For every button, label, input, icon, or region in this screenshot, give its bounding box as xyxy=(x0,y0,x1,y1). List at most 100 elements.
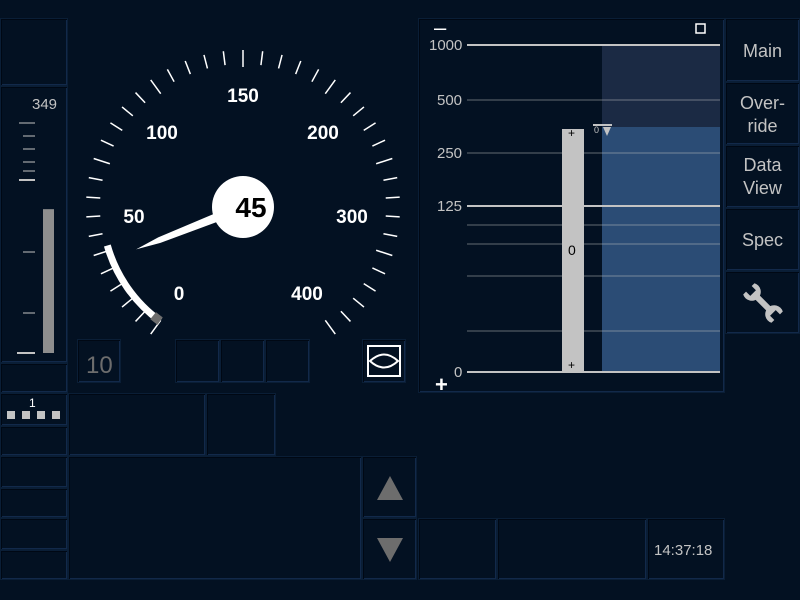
lower-panel-b xyxy=(206,393,276,456)
main-button[interactable]: Main xyxy=(725,18,800,82)
dial-tick xyxy=(134,310,146,322)
dial-tick xyxy=(383,233,398,238)
dataview-label-2: View xyxy=(743,178,782,198)
dial-label-100: 100 xyxy=(146,123,178,144)
dial-tick xyxy=(311,69,320,83)
mode-panel-2 xyxy=(220,339,265,383)
dial-tick xyxy=(363,122,376,132)
planning-panel: 1000 500 250 125 0 – + + 0 + 0 xyxy=(418,15,725,397)
spec-button[interactable]: Spec xyxy=(725,208,800,271)
dial-tick xyxy=(203,54,209,69)
column-plus-top: + xyxy=(568,126,576,140)
dial-tick xyxy=(121,297,134,308)
distance-bar-fill xyxy=(43,209,54,353)
dial-tick xyxy=(86,215,101,218)
scale-label-250: 250 xyxy=(437,145,463,162)
scale-label-500: 500 xyxy=(437,92,463,109)
level-indicator-panel: 1 xyxy=(0,393,68,426)
dial-tick xyxy=(260,51,264,66)
planning-chart xyxy=(467,23,720,373)
dial-tick xyxy=(324,79,336,95)
dial-label-150: 150 xyxy=(227,86,259,107)
bottom-panel-a xyxy=(418,518,497,580)
column-value: 0 xyxy=(568,242,576,258)
data-view-button[interactable]: Data View xyxy=(725,145,800,208)
mode-panel-1 xyxy=(175,339,220,383)
dial-tick xyxy=(93,157,111,165)
dial-tick xyxy=(166,69,175,83)
speedometer-panel: 45 0 50 100 150 200 300 400 xyxy=(68,18,418,392)
wrench-icon xyxy=(743,283,783,323)
scale-label-0: 0 xyxy=(454,364,463,381)
dial-tick xyxy=(110,282,123,292)
dial-label-200: 200 xyxy=(307,123,339,144)
dial-tick xyxy=(88,233,103,238)
dial-tick xyxy=(184,60,192,75)
dataview-label-1: Data xyxy=(743,155,782,175)
column-plus-bottom: + xyxy=(568,358,576,372)
dial-tick xyxy=(375,249,393,257)
planning-speed-profile xyxy=(602,127,720,373)
eye-icon xyxy=(367,345,401,377)
release-speed-panel: 10 xyxy=(77,339,121,383)
dial-tick xyxy=(385,215,400,218)
scale-label-125: 125 xyxy=(437,198,463,215)
dial-tick xyxy=(86,196,101,199)
dial-label-50: 50 xyxy=(123,207,145,228)
override-label-2: ride xyxy=(747,116,778,136)
dial-tick xyxy=(88,176,103,181)
dial-label-300: 300 xyxy=(336,207,368,228)
current-speed: 45 xyxy=(235,192,267,223)
mode-symbol-panel xyxy=(362,339,406,383)
dial-tick xyxy=(372,139,386,147)
clock-panel: 14:37:18 xyxy=(647,518,725,580)
scroll-up-button[interactable] xyxy=(362,456,417,518)
dial-tick xyxy=(277,54,283,69)
distance-scale xyxy=(17,122,54,354)
distance-to-target-panel: 349 xyxy=(0,86,68,363)
dial-tick xyxy=(222,51,226,66)
arrow-up-icon xyxy=(377,476,403,500)
scroll-down-button[interactable] xyxy=(362,518,417,580)
left-panel-g xyxy=(0,550,68,580)
zoom-out-button[interactable]: – xyxy=(434,15,446,41)
zoom-mode-icon xyxy=(695,23,706,34)
dial-label-400: 400 xyxy=(291,284,323,305)
spec-button-label: Spec xyxy=(741,230,784,250)
level-label: 1 xyxy=(29,396,36,410)
dial-tick xyxy=(121,106,134,117)
bottom-panel-b xyxy=(497,518,647,580)
left-panel-d xyxy=(0,456,68,488)
dial-label-0: 0 xyxy=(173,284,185,305)
settings-button[interactable] xyxy=(725,271,800,334)
dial-tick xyxy=(324,319,336,335)
zoom-in-button[interactable]: + xyxy=(435,372,448,398)
release-speed-marker xyxy=(150,312,163,325)
left-panel-c xyxy=(0,426,68,456)
left-panel-b xyxy=(0,363,68,393)
left-panel-e xyxy=(0,488,68,518)
dial-tick xyxy=(110,122,123,132)
dial-tick xyxy=(352,106,365,117)
level-squares xyxy=(7,411,63,421)
distance-panel-top xyxy=(0,18,68,86)
override-label-1: Over- xyxy=(740,93,785,113)
dial-tick xyxy=(340,92,352,104)
lower-panel-a xyxy=(68,393,206,456)
dial-tick xyxy=(340,310,352,322)
arrow-down-icon xyxy=(377,538,403,562)
dial-tick xyxy=(100,139,114,147)
dial-tick xyxy=(294,60,302,75)
dial-tick xyxy=(134,92,146,104)
dial-tick xyxy=(100,267,114,275)
release-speed-value: 10 xyxy=(86,352,113,379)
mode-panel-3 xyxy=(265,339,310,383)
dial-tick xyxy=(385,196,400,199)
permitted-speed-arc xyxy=(103,244,163,324)
dial-tick xyxy=(352,297,365,308)
override-button[interactable]: Over- ride xyxy=(725,82,800,145)
text-message-area xyxy=(68,456,362,580)
dial-tick xyxy=(372,267,386,275)
dial-tick xyxy=(363,282,376,292)
dial-tick xyxy=(383,176,398,181)
